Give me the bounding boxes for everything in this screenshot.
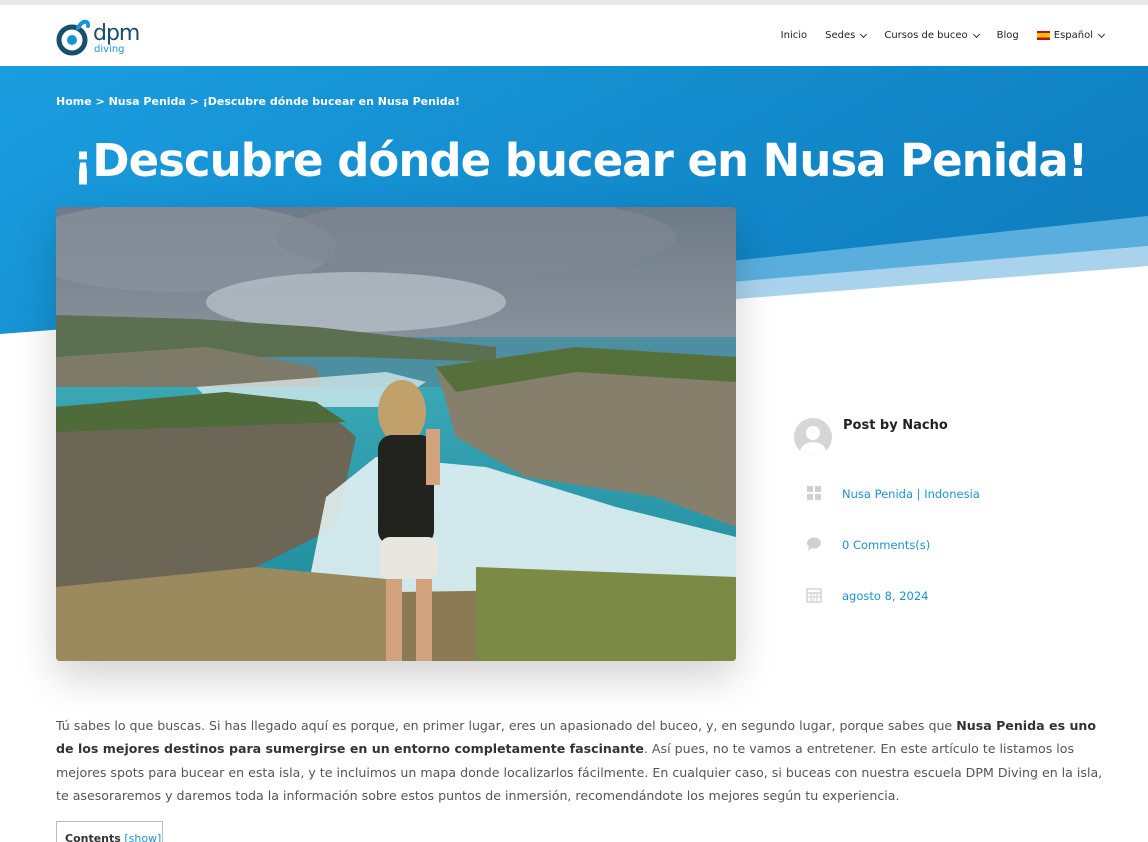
calendar-icon <box>806 588 822 603</box>
logo-text: dpm <box>93 21 140 46</box>
post-date[interactable]: agosto 8, 2024 <box>842 589 928 603</box>
nav-label-sedes: Sedes <box>825 30 856 41</box>
nav-item-sedes[interactable]: Sedes <box>825 30 868 41</box>
nav-item-inicio[interactable]: Inicio <box>781 30 807 41</box>
spain-flag-icon <box>1036 31 1050 40</box>
toc-toggle[interactable]: [show] <box>124 832 161 842</box>
category-grid-icon <box>807 486 821 500</box>
language-label: Español <box>1053 30 1093 41</box>
breadcrumb-separator: > <box>91 95 109 108</box>
nav-label-inicio: Inicio <box>780 30 808 41</box>
breadcrumb: Home > Nusa Penida > ¡Descubre dónde buc… <box>56 95 460 108</box>
post-comments-count[interactable]: 0 Comments(s) <box>842 538 930 552</box>
breadcrumb-separator: > <box>185 95 203 108</box>
logo-mark-icon <box>56 19 91 56</box>
chevron-down-icon <box>1097 30 1106 38</box>
toc-title: Contents <box>65 832 121 842</box>
page-title: ¡Descubre dónde bucear en Nusa Penida! <box>72 134 1089 187</box>
nav-label-blog: Blog <box>996 30 1019 41</box>
user-silhouette-icon <box>800 426 826 456</box>
main-nav: Inicio Sedes Cursos de buceo Blog Españo… <box>763 30 1106 41</box>
featured-photo <box>56 207 736 661</box>
post-categories[interactable]: Nusa Penida | Indonesia <box>842 487 980 501</box>
site-logo[interactable]: dpm diving <box>56 16 146 58</box>
site-header: dpm diving Inicio Sedes Cursos de buceo … <box>0 5 1148 66</box>
comment-icon <box>807 537 821 551</box>
table-of-contents: Contents [show] <box>56 821 163 842</box>
nav-item-cursos[interactable]: Cursos de buceo <box>884 30 980 41</box>
nav-label-cursos: Cursos de buceo <box>884 30 968 41</box>
breadcrumb-category[interactable]: Nusa Penida <box>109 95 186 108</box>
intro-paragraph: Tú sabes lo que buscas. Si has llegado a… <box>56 714 1112 807</box>
logo-subtext: diving <box>94 44 125 55</box>
featured-image <box>56 207 736 661</box>
language-selector[interactable]: Español <box>1036 30 1106 41</box>
breadcrumb-current: ¡Descubre dónde bucear en Nusa Penida! <box>202 95 461 108</box>
chevron-down-icon <box>860 30 868 38</box>
post-author: Post by Nacho <box>843 418 948 433</box>
intro-text: Tú sabes lo que buscas. Si has llegado a… <box>56 718 957 733</box>
avatar[interactable] <box>794 418 832 456</box>
breadcrumb-home[interactable]: Home <box>56 95 92 108</box>
chevron-down-icon <box>972 30 980 38</box>
nav-item-blog[interactable]: Blog <box>997 30 1019 41</box>
